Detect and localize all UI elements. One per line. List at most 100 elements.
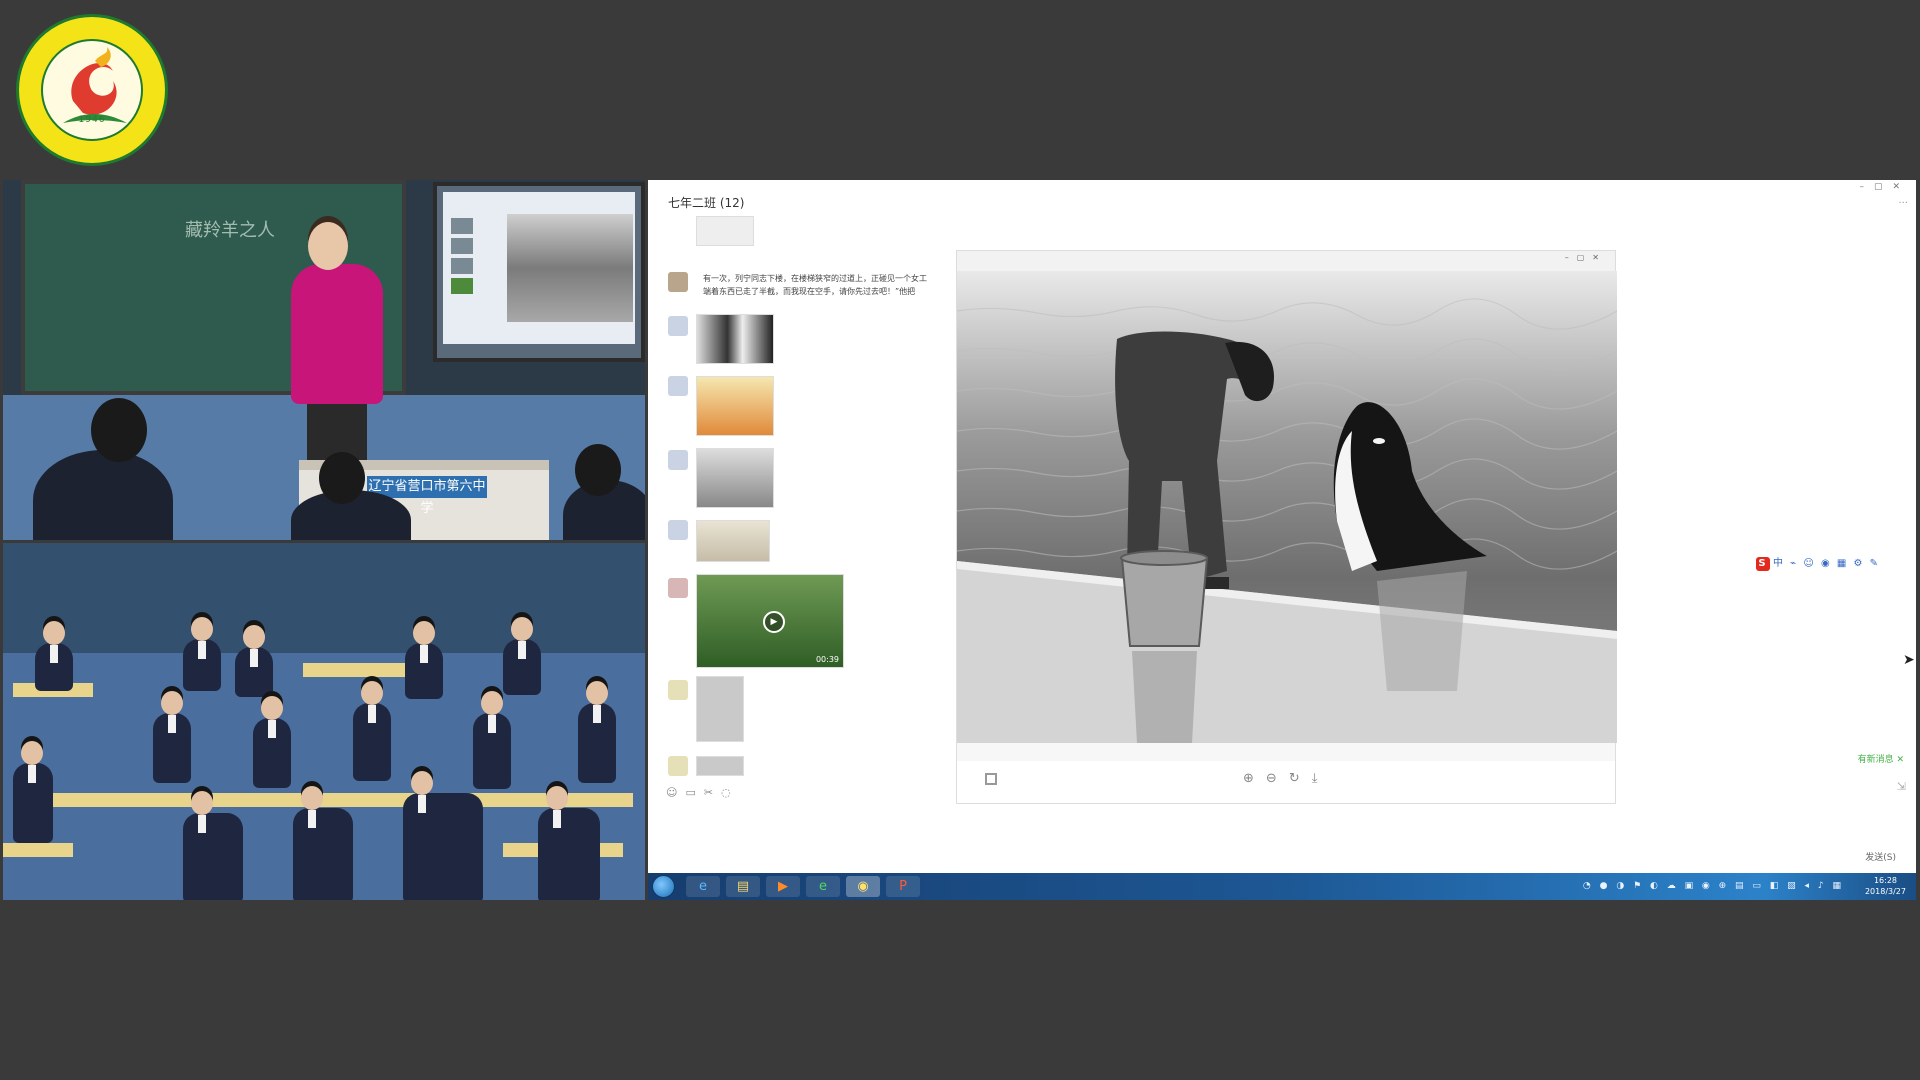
scissors-icon[interactable]: ✂ bbox=[704, 786, 721, 799]
projected-photo bbox=[507, 214, 633, 322]
mouse-cursor-icon: ➤ bbox=[1903, 652, 1915, 668]
image-message[interactable] bbox=[696, 520, 770, 562]
projected-thumbnail bbox=[451, 278, 473, 294]
image-message[interactable] bbox=[696, 448, 774, 508]
viewer-toolbar: ⊕⊖↻⤓ bbox=[957, 761, 1615, 803]
projected-thumbnail bbox=[451, 258, 473, 274]
chat-title: 七年二班 (12) bbox=[668, 196, 745, 210]
logo-year: 1946 bbox=[78, 115, 106, 125]
zoom-out-icon[interactable]: ⊖ bbox=[1266, 771, 1289, 786]
projected-thumbnail bbox=[451, 238, 473, 254]
student bbox=[293, 786, 353, 900]
ime-toolbar[interactable]: S中 ⌁ ☺ ◉ ▦ ⚙ ✎ bbox=[1756, 554, 1880, 571]
group-avatars bbox=[696, 216, 754, 246]
maximize-icon[interactable]: ▢ bbox=[1874, 182, 1893, 192]
school-logo: 1946 bbox=[16, 14, 168, 166]
viewer-controls: –▢✕ bbox=[1565, 253, 1607, 262]
rotate-icon[interactable]: ↻ bbox=[1289, 771, 1312, 786]
desk-row bbox=[33, 793, 633, 807]
student bbox=[253, 696, 291, 788]
play-icon[interactable]: ▶ bbox=[763, 611, 785, 633]
minimize-icon[interactable]: – bbox=[1565, 253, 1577, 262]
student bbox=[473, 691, 511, 789]
chalkboard-title: 藏羚羊之人 bbox=[185, 220, 275, 241]
zoom-in-icon[interactable]: ⊕ bbox=[1243, 771, 1266, 786]
projected-thumbnail bbox=[451, 218, 473, 234]
teacher-camera-feed: 藏羚羊之人 辽宁省营口市第六中学 bbox=[3, 180, 645, 540]
image-message[interactable] bbox=[696, 676, 744, 742]
window-controls[interactable]: –▢✕ bbox=[1859, 182, 1910, 192]
avatar[interactable] bbox=[668, 450, 688, 470]
student bbox=[503, 617, 541, 695]
image-message[interactable] bbox=[696, 314, 774, 364]
more-icon[interactable]: ··· bbox=[1898, 198, 1908, 209]
student bbox=[183, 617, 221, 691]
message-text: 有一次，列宁同志下楼，在楼梯狭窄的过道上，正碰见一个女工端着东西已走了半截，而我… bbox=[703, 274, 927, 296]
avatar[interactable] bbox=[668, 272, 688, 292]
student bbox=[403, 771, 483, 900]
desk-row bbox=[3, 843, 73, 857]
send-options-icon[interactable]: ⇲ bbox=[1897, 780, 1906, 793]
taskbar-powerpoint-icon[interactable]: P bbox=[886, 876, 920, 897]
avatar[interactable] bbox=[668, 520, 688, 540]
students-camera-feed bbox=[3, 543, 645, 900]
avatar[interactable] bbox=[668, 316, 688, 336]
student-head bbox=[91, 398, 147, 462]
avatar[interactable] bbox=[668, 680, 688, 700]
projector-screen bbox=[433, 182, 645, 362]
chat-bubble-icon[interactable]: ◌ bbox=[721, 786, 739, 799]
download-icon[interactable]: ⤓ bbox=[1312, 771, 1330, 786]
shared-desktop: 七年二班 (12) –▢✕ ··· 有一次，列宁同志下楼，在楼梯狭窄的过道上，正… bbox=[648, 180, 1916, 900]
send-button[interactable]: 发送(S) bbox=[1865, 850, 1896, 863]
close-notice-icon[interactable]: ✕ bbox=[1896, 755, 1904, 765]
taskbar-browser-icon[interactable]: e bbox=[806, 876, 840, 897]
image-message[interactable] bbox=[696, 756, 744, 776]
thumbnail-list-icon[interactable] bbox=[985, 773, 997, 785]
new-message-notice[interactable]: 有新消息 ✕ bbox=[1858, 752, 1904, 765]
taskbar-wechat-icon[interactable]: ◉ bbox=[846, 876, 880, 897]
avatar[interactable] bbox=[668, 756, 688, 776]
projected-desktop bbox=[443, 192, 635, 344]
viewer-titlebar: –▢✕ bbox=[957, 251, 1615, 271]
clock-time: 16:28 bbox=[1873, 876, 1898, 885]
system-tray[interactable]: ◔ ● ◑ ⚑ ◐ ☁ ▣ ◉ ⊕ ▤ ▭ ◧ ▧ ◂ ♪ ▦ bbox=[1583, 881, 1844, 891]
image-viewer: –▢✕ ⊕⊖↻⤓ bbox=[956, 250, 1617, 804]
folder-icon[interactable]: ▭ bbox=[685, 786, 703, 799]
ime-mode[interactable]: 中 bbox=[1773, 558, 1785, 569]
student bbox=[35, 621, 73, 691]
student bbox=[153, 691, 191, 783]
avatar[interactable] bbox=[668, 376, 688, 396]
student-back bbox=[33, 450, 173, 540]
taskbar-ie-icon[interactable]: e bbox=[686, 876, 720, 897]
student bbox=[13, 741, 53, 843]
close-icon[interactable]: ✕ bbox=[1892, 182, 1910, 192]
minimize-icon[interactable]: – bbox=[1859, 182, 1874, 192]
student bbox=[578, 681, 616, 783]
taskbar-media-player-icon[interactable]: ▶ bbox=[766, 876, 800, 897]
video-message[interactable]: ▶ 00:39 bbox=[696, 574, 844, 668]
teacher-head bbox=[308, 222, 348, 270]
emoji-icon[interactable]: ☺ bbox=[666, 786, 685, 799]
taskbar-explorer-icon[interactable]: ▤ bbox=[726, 876, 760, 897]
close-icon[interactable]: ✕ bbox=[1592, 253, 1607, 262]
student bbox=[538, 786, 600, 900]
viewed-photo bbox=[957, 271, 1617, 743]
student bbox=[405, 621, 443, 699]
student bbox=[183, 791, 243, 900]
viewer-tool-group: ⊕⊖↻⤓ bbox=[1243, 771, 1329, 786]
start-button[interactable] bbox=[652, 875, 675, 898]
trainer-and-orca-photo bbox=[957, 271, 1617, 743]
system-clock[interactable]: 16:28 2018/3/27 bbox=[1865, 875, 1906, 897]
student-head bbox=[575, 444, 621, 496]
new-message-text[interactable]: 有新消息 bbox=[1858, 755, 1894, 765]
avatar[interactable] bbox=[668, 578, 688, 598]
logo-flame-icon bbox=[63, 47, 127, 123]
student bbox=[235, 625, 273, 697]
maximize-icon[interactable]: ▢ bbox=[1577, 253, 1593, 262]
logo-emblem: 1946 bbox=[41, 39, 143, 141]
clock-date: 2018/3/27 bbox=[1864, 887, 1906, 896]
image-message[interactable] bbox=[696, 376, 774, 436]
sogou-ime-icon[interactable]: S bbox=[1756, 557, 1770, 571]
chat-input-toolbar: ☺▭✂◌ bbox=[666, 786, 739, 799]
student bbox=[353, 681, 391, 781]
